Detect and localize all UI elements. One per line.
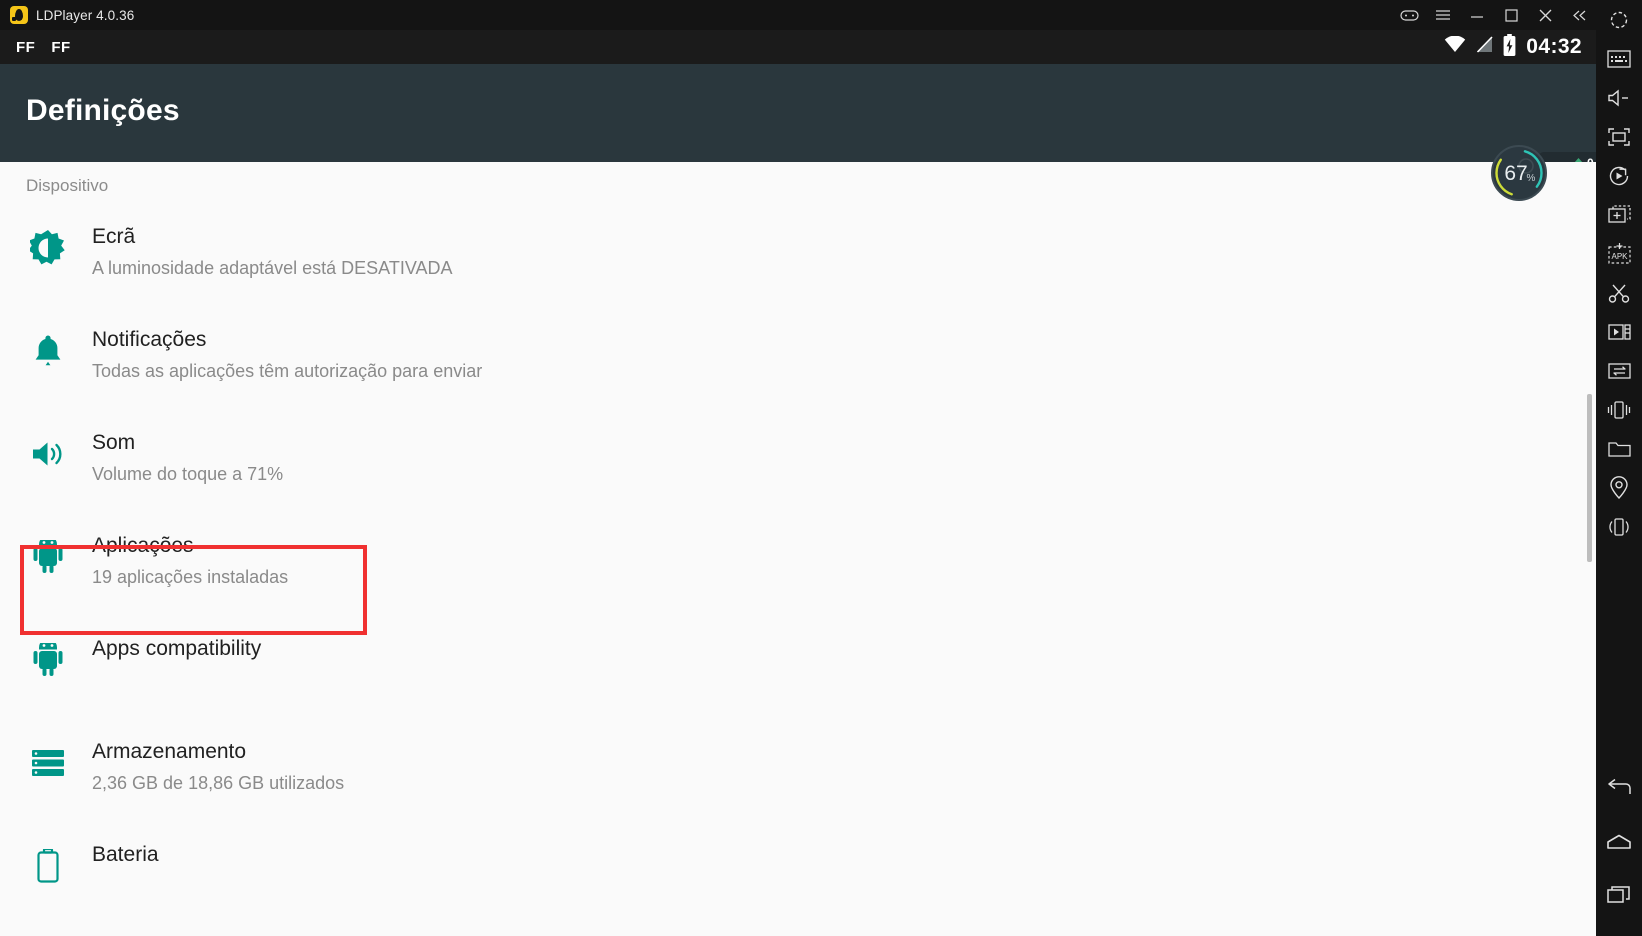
settings-row-text: Ecrã A luminosidade adaptável está DESAT… bbox=[92, 210, 453, 282]
settings-row-subtitle: 19 aplicações instaladas bbox=[92, 567, 289, 587]
collapse-icon[interactable] bbox=[1562, 0, 1596, 30]
cpu-percent-text: 67 bbox=[1504, 162, 1527, 185]
android-icon bbox=[26, 535, 70, 579]
minimize-icon[interactable] bbox=[1460, 0, 1494, 30]
fullscreen-icon[interactable] bbox=[1596, 117, 1642, 156]
settings-row-subtitle: 2,36 GB de 18,86 GB utilizados bbox=[92, 773, 345, 793]
add-window-icon[interactable] bbox=[1596, 195, 1642, 234]
close-icon[interactable] bbox=[1528, 0, 1562, 30]
maximize-icon[interactable] bbox=[1494, 0, 1528, 30]
settings-row-aplicacoes[interactable]: Aplicações 19 aplicações instaladas bbox=[0, 519, 1596, 622]
settings-row-text: Notificações Todas as aplicações têm aut… bbox=[92, 313, 482, 385]
home-icon[interactable] bbox=[1596, 814, 1642, 868]
settings-row-text: Bateria bbox=[92, 828, 159, 872]
video-record-icon[interactable] bbox=[1596, 312, 1642, 351]
settings-row-som[interactable]: Som Volume do toque a 71% bbox=[0, 416, 1596, 519]
ldplayer-logo-icon bbox=[10, 6, 28, 24]
settings-row-bateria[interactable]: Bateria bbox=[0, 828, 1596, 931]
device-rotate-icon[interactable] bbox=[1596, 507, 1642, 546]
performance-widget[interactable]: 0,2 K/s 0,2 K/s 67 % bbox=[1490, 144, 1633, 202]
window-controls bbox=[1392, 0, 1596, 30]
android-status-bar: FF FF 04:32 bbox=[0, 30, 1596, 64]
rotate-icon[interactable] bbox=[1596, 156, 1642, 195]
transfer-icon[interactable] bbox=[1596, 351, 1642, 390]
app-tab-ff-2[interactable]: FF bbox=[51, 39, 70, 56]
android-icon bbox=[26, 638, 70, 682]
app-tab-ff-1[interactable]: FF bbox=[16, 39, 35, 56]
ldplayer-window: LDPlayer 4.0.36 FF FF 04:32 Definições 6… bbox=[0, 0, 1642, 936]
scissors-icon[interactable] bbox=[1596, 273, 1642, 312]
status-icons: 04:32 bbox=[1444, 33, 1582, 61]
settings-row-text: Apps compatibility bbox=[92, 622, 261, 666]
settings-row-title: Notificações bbox=[92, 328, 207, 351]
folder-icon[interactable] bbox=[1596, 429, 1642, 468]
settings-row-armazenamento[interactable]: Armazenamento 2,36 GB de 18,86 GB utiliz… bbox=[0, 725, 1596, 828]
scrollbar-thumb[interactable] bbox=[1587, 394, 1592, 562]
settings-content: Dispositivo Ecrã A luminosidade adaptáve… bbox=[0, 162, 1596, 936]
settings-row-title: Aplicações bbox=[92, 534, 194, 557]
volume-down-icon[interactable] bbox=[1596, 78, 1642, 117]
settings-row-title: Bateria bbox=[92, 843, 159, 866]
right-toolbar: APK bbox=[1596, 0, 1642, 936]
settings-row-text: Aplicações 19 aplicações instaladas bbox=[92, 519, 288, 591]
percent-sign-text: % bbox=[1527, 173, 1536, 184]
settings-row-apps-compatibility[interactable]: Apps compatibility bbox=[0, 622, 1596, 725]
settings-row-ecra[interactable]: Ecrã A luminosidade adaptável está DESAT… bbox=[0, 210, 1596, 313]
install-apk-icon[interactable]: APK bbox=[1596, 234, 1642, 273]
shake-icon[interactable] bbox=[1596, 390, 1642, 429]
settings-row-title: Armazenamento bbox=[92, 740, 247, 763]
settings-row-subtitle: Volume do toque a 71% bbox=[92, 464, 284, 484]
cpu-usage-gauge[interactable]: 67 % bbox=[1490, 144, 1548, 202]
settings-gear-icon[interactable] bbox=[1596, 0, 1642, 39]
signal-off-icon bbox=[1476, 36, 1493, 58]
status-clock: 04:32 bbox=[1526, 35, 1582, 58]
keyboard-icon[interactable] bbox=[1596, 39, 1642, 78]
gamepad-icon[interactable] bbox=[1392, 0, 1426, 30]
settings-row-subtitle: A luminosidade adaptável está DESATIVADA bbox=[92, 258, 453, 278]
volume-icon bbox=[26, 432, 70, 476]
location-icon[interactable] bbox=[1596, 468, 1642, 507]
nav-buttons bbox=[1596, 760, 1642, 936]
section-label-dispositivo: Dispositivo bbox=[26, 176, 109, 195]
storage-icon bbox=[26, 741, 70, 785]
settings-row-text: Som Volume do toque a 71% bbox=[92, 416, 283, 488]
recents-icon[interactable] bbox=[1596, 868, 1642, 922]
bell-icon bbox=[26, 329, 70, 373]
svg-text:APK: APK bbox=[1611, 252, 1628, 261]
back-icon[interactable] bbox=[1596, 760, 1642, 814]
settings-row-title: Ecrã bbox=[92, 225, 136, 248]
settings-row-subtitle: Todas as aplicações têm autorização para… bbox=[92, 361, 483, 381]
battery-charging-icon bbox=[1503, 33, 1516, 61]
brightness-icon bbox=[26, 226, 70, 270]
settings-row-notificacoes[interactable]: Notificações Todas as aplicações têm aut… bbox=[0, 313, 1596, 416]
settings-row-text: Armazenamento 2,36 GB de 18,86 GB utiliz… bbox=[92, 725, 344, 797]
title-bar: LDPlayer 4.0.36 bbox=[0, 0, 1596, 30]
settings-row-title: Som bbox=[92, 431, 136, 454]
settings-list: Ecrã A luminosidade adaptável está DESAT… bbox=[0, 210, 1596, 931]
battery-icon bbox=[26, 844, 70, 888]
menu-icon[interactable] bbox=[1426, 0, 1460, 30]
app-tabs: FF FF bbox=[16, 39, 71, 56]
settings-row-title: Apps compatibility bbox=[92, 637, 262, 660]
page-title: Definições bbox=[26, 94, 180, 127]
content-scrollbar[interactable] bbox=[1586, 162, 1594, 936]
app-title: LDPlayer 4.0.36 bbox=[36, 7, 135, 23]
wifi-icon bbox=[1444, 35, 1466, 58]
settings-header: Definições 0,2 K/s 0,2 K/s bbox=[0, 64, 1633, 201]
